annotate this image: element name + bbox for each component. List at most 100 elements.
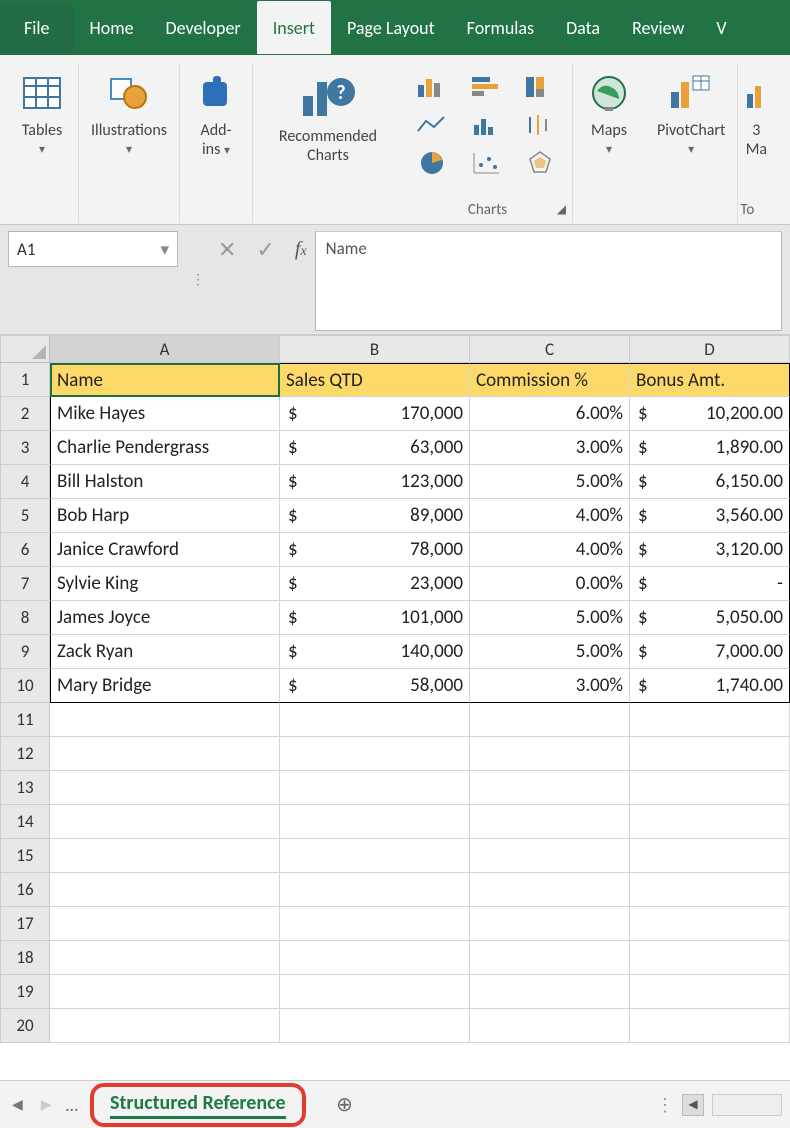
cell-empty[interactable] <box>50 1009 280 1043</box>
cell-empty[interactable] <box>50 839 280 873</box>
cell-empty[interactable] <box>50 873 280 907</box>
cell-name[interactable]: Janice Crawford <box>50 533 280 567</box>
cell-name[interactable]: Bill Halston <box>50 465 280 499</box>
cell-bonus[interactable]: $6,150.00 <box>630 465 790 499</box>
cell-empty[interactable] <box>50 805 280 839</box>
pie-chart-button[interactable] <box>410 147 454 179</box>
cell-empty[interactable] <box>280 873 470 907</box>
cell-A1[interactable]: Name <box>50 363 280 397</box>
column-header-A[interactable]: A <box>50 335 280 363</box>
cell-name[interactable]: James Joyce <box>50 601 280 635</box>
tab-view-truncated[interactable]: V <box>700 1 730 54</box>
new-sheet-button[interactable]: ⊕ <box>330 1090 360 1120</box>
recommended-charts-button[interactable]: ? Recommended Charts <box>273 67 383 169</box>
column-header-B[interactable]: B <box>280 335 470 363</box>
row-header[interactable]: 15 <box>0 839 50 873</box>
cell-name[interactable]: Bob Harp <box>50 499 280 533</box>
row-header[interactable]: 16 <box>0 873 50 907</box>
cell-bonus[interactable]: $3,560.00 <box>630 499 790 533</box>
cell-B1[interactable]: Sales QTD <box>280 363 470 397</box>
cell-empty[interactable] <box>280 907 470 941</box>
enter-formula-button[interactable]: ✓ <box>256 236 274 263</box>
cell-empty[interactable] <box>470 975 630 1009</box>
tab-data[interactable]: Data <box>550 1 616 54</box>
sheet-nav-more[interactable]: … <box>66 1094 80 1116</box>
cell-empty[interactable] <box>470 771 630 805</box>
row-header[interactable]: 17 <box>0 907 50 941</box>
scatter-chart-button[interactable] <box>464 147 508 179</box>
cell-empty[interactable] <box>50 941 280 975</box>
cell-empty[interactable] <box>280 805 470 839</box>
cell-empty[interactable] <box>280 941 470 975</box>
cell-empty[interactable] <box>630 907 790 941</box>
sheet-nav-next[interactable]: ▶ <box>37 1092 56 1117</box>
cell-commission[interactable]: 5.00% <box>470 635 630 669</box>
illustrations-button[interactable]: Illustrations ▾ <box>85 67 173 161</box>
row-header[interactable]: 13 <box>0 771 50 805</box>
hierarchy-chart-button[interactable] <box>518 71 562 103</box>
cell-sales[interactable]: $140,000 <box>280 635 470 669</box>
cell-sales[interactable]: $23,000 <box>280 567 470 601</box>
cell-sales[interactable]: $123,000 <box>280 465 470 499</box>
cell-commission[interactable]: 4.00% <box>470 499 630 533</box>
cell-empty[interactable] <box>470 737 630 771</box>
tab-formulas[interactable]: Formulas <box>451 1 550 54</box>
cell-empty[interactable] <box>50 907 280 941</box>
cell-empty[interactable] <box>50 703 280 737</box>
cell-empty[interactable] <box>470 805 630 839</box>
column-header-C[interactable]: C <box>470 335 630 363</box>
name-box[interactable]: A1 ▾ <box>8 231 178 267</box>
cell-name[interactable]: Sylvie King <box>50 567 280 601</box>
tab-page-layout[interactable]: Page Layout <box>331 1 451 54</box>
cell-name[interactable]: Zack Ryan <box>50 635 280 669</box>
row-header[interactable]: 18 <box>0 941 50 975</box>
cell-empty[interactable] <box>630 839 790 873</box>
cell-name[interactable]: Mary Bridge <box>50 669 280 703</box>
bar-chart-button[interactable] <box>464 71 508 103</box>
charts-dialog-launcher[interactable]: ◢ <box>557 202 566 217</box>
cell-empty[interactable] <box>280 975 470 1009</box>
cell-sales[interactable]: $170,000 <box>280 397 470 431</box>
sheet-nav-prev[interactable]: ◀ <box>8 1092 27 1117</box>
cell-empty[interactable] <box>630 975 790 1009</box>
row-header[interactable]: 11 <box>0 703 50 737</box>
statistic-chart-button[interactable] <box>464 109 508 141</box>
cell-empty[interactable] <box>50 737 280 771</box>
row-header[interactable]: 3 <box>0 431 50 465</box>
row-header[interactable]: 20 <box>0 1009 50 1043</box>
tab-insert[interactable]: Insert <box>257 1 331 54</box>
cell-name[interactable]: Charlie Pendergrass <box>50 431 280 465</box>
cancel-formula-button[interactable]: ✕ <box>218 236 236 263</box>
cell-empty[interactable] <box>470 703 630 737</box>
select-all-triangle[interactable] <box>0 335 50 363</box>
cell-empty[interactable] <box>50 771 280 805</box>
pivotchart-button[interactable]: PivotChart ▾ <box>651 67 731 161</box>
tables-button[interactable]: Tables ▾ <box>12 67 72 161</box>
row-header[interactable]: 7 <box>0 567 50 601</box>
cell-empty[interactable] <box>630 771 790 805</box>
cell-empty[interactable] <box>630 1009 790 1043</box>
3d-map-button[interactable]: 3 Ma <box>744 67 768 163</box>
cell-bonus[interactable]: $10,200.00 <box>630 397 790 431</box>
maps-button[interactable]: Maps ▾ <box>579 67 639 161</box>
cell-sales[interactable]: $63,000 <box>280 431 470 465</box>
cell-commission[interactable]: 5.00% <box>470 601 630 635</box>
cell-empty[interactable] <box>280 771 470 805</box>
row-header[interactable]: 10 <box>0 669 50 703</box>
cell-empty[interactable] <box>470 839 630 873</box>
cell-bonus[interactable]: $5,050.00 <box>630 601 790 635</box>
cell-sales[interactable]: $58,000 <box>280 669 470 703</box>
row-header[interactable]: 2 <box>0 397 50 431</box>
cell-empty[interactable] <box>470 941 630 975</box>
cell-empty[interactable] <box>630 805 790 839</box>
tab-developer[interactable]: Developer <box>150 1 257 54</box>
row-header[interactable]: 14 <box>0 805 50 839</box>
cell-bonus[interactable]: $7,000.00 <box>630 635 790 669</box>
radar-chart-button[interactable] <box>518 147 562 179</box>
fx-icon[interactable]: fx <box>295 238 307 261</box>
scroll-grip[interactable]: ⋮ <box>656 1094 674 1116</box>
cell-C1[interactable]: Commission % <box>470 363 630 397</box>
cell-bonus[interactable]: $3,120.00 <box>630 533 790 567</box>
row-header[interactable]: 8 <box>0 601 50 635</box>
cell-commission[interactable]: 0.00% <box>470 567 630 601</box>
